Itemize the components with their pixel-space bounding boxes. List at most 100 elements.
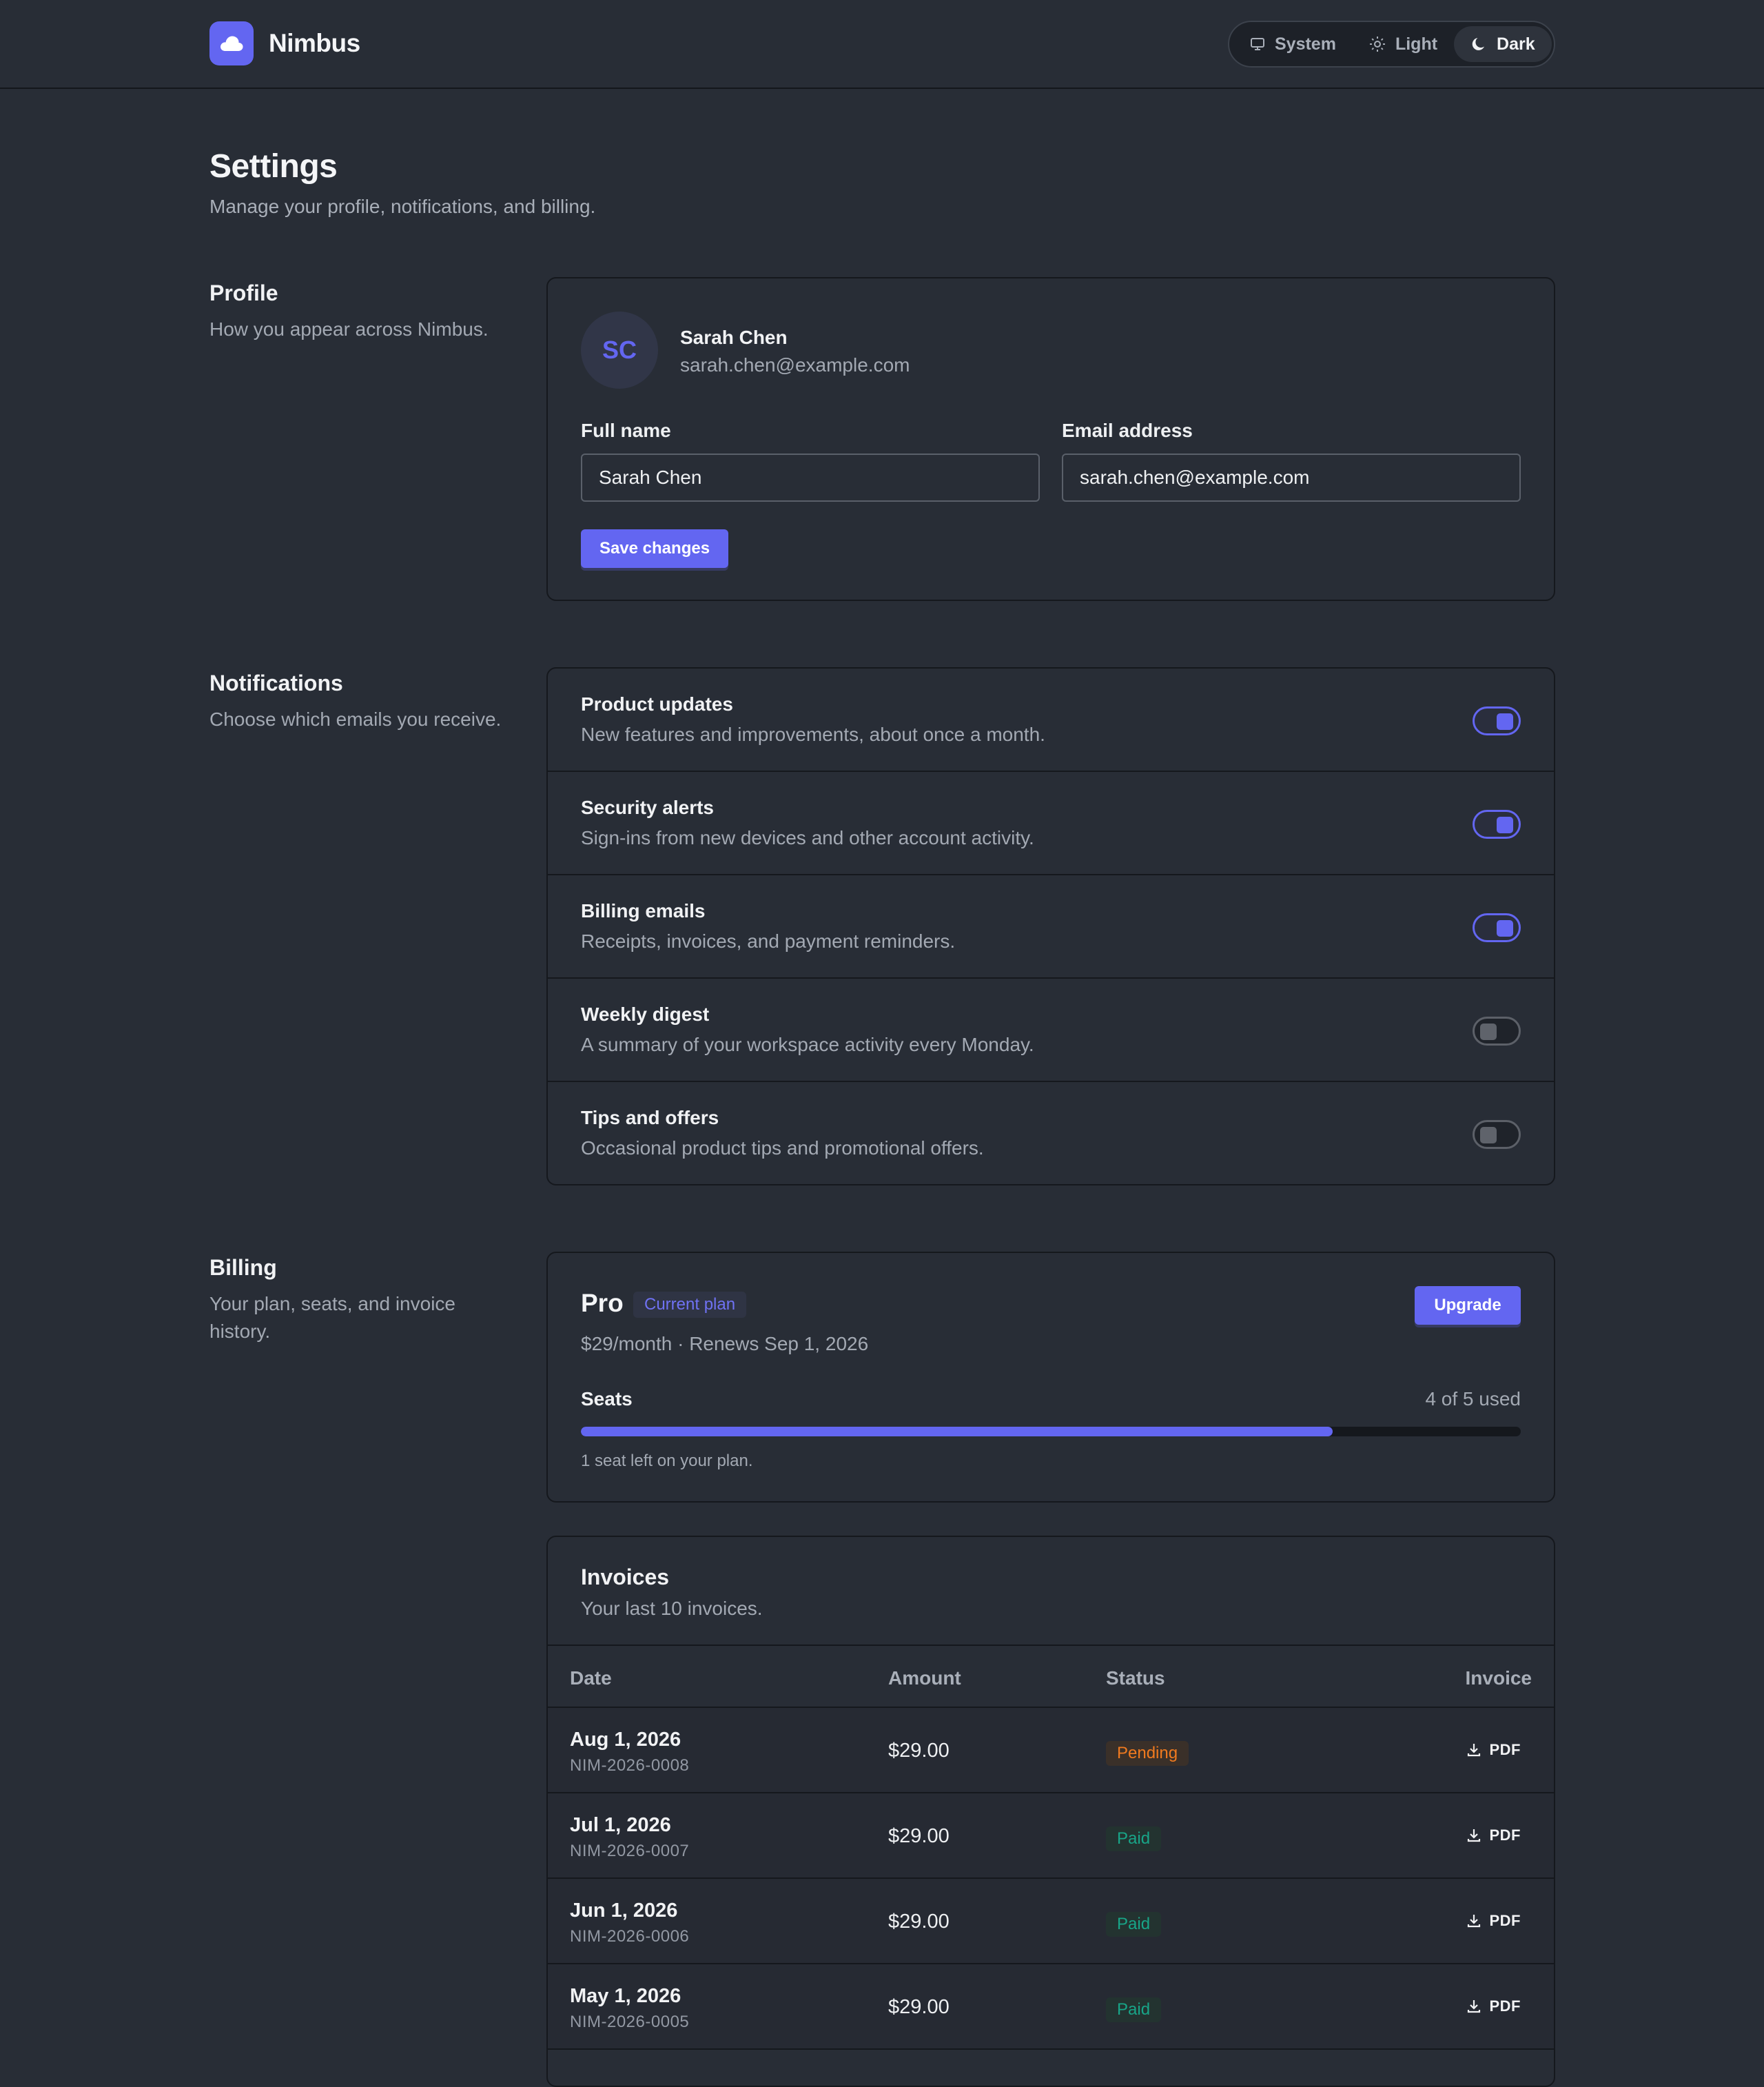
seats-label: Seats xyxy=(581,1388,633,1409)
plan-card: Pro Current plan $29/month · Renews Sep … xyxy=(546,1252,1555,1503)
pdf-label: PDF xyxy=(1489,1997,1521,2015)
column-header-amount[interactable]: Amount xyxy=(888,1667,961,1689)
notification-description: Sign-ins from new devices and other acco… xyxy=(581,827,1034,848)
notification-description: Occasional product tips and promotional … xyxy=(581,1137,984,1159)
theme-option-light[interactable]: Light xyxy=(1353,26,1454,62)
theme-option-label: System xyxy=(1275,34,1336,54)
download-icon xyxy=(1467,2000,1480,2013)
invoices-subtitle: Your last 10 invoices. xyxy=(581,1598,763,1619)
section-description: Choose which emails you receive. xyxy=(209,709,502,730)
table-row: Aug 1, 2026 NIM-2026-0008 $29.00 Pending… xyxy=(548,1708,1554,1793)
section-title: Billing xyxy=(209,1255,277,1280)
section-title: Notifications xyxy=(209,671,343,695)
top-bar: Nimbus System Light Dark xyxy=(0,0,1764,89)
toggle-knob xyxy=(1497,817,1513,833)
toggle-knob xyxy=(1497,920,1513,937)
seats-note: 1 seat left on your plan. xyxy=(581,1452,753,1470)
toggle-knob xyxy=(1497,713,1513,730)
pdf-label: PDF xyxy=(1489,1741,1521,1758)
column-header-invoice[interactable]: Invoice xyxy=(1466,1667,1532,1689)
theme-option-label: Light xyxy=(1395,34,1438,54)
theme-option-label: Dark xyxy=(1497,34,1535,54)
brand[interactable]: Nimbus xyxy=(209,21,360,65)
download-pdf-link[interactable]: PDF xyxy=(1466,1912,1521,1930)
moon-icon xyxy=(1472,38,1485,50)
download-icon xyxy=(1467,1915,1480,1928)
invoice-number: NIM-2026-0007 xyxy=(570,1842,690,1860)
monitor-icon xyxy=(1251,38,1264,50)
notification-description: A summary of your workspace activity eve… xyxy=(581,1034,1034,1055)
download-pdf-link[interactable]: PDF xyxy=(1466,1826,1521,1844)
notification-row-tips-and-offers: Tips and offers Occasional product tips … xyxy=(548,1082,1554,1185)
notification-description: New features and improvements, about onc… xyxy=(581,724,1045,745)
notification-title: Tips and offers xyxy=(581,1107,719,1128)
invoice-amount: $29.00 xyxy=(888,1740,950,1762)
notification-title: Product updates xyxy=(581,693,733,715)
upgrade-button[interactable]: Upgrade xyxy=(1415,1286,1521,1325)
invoice-number: NIM-2026-0008 xyxy=(570,1756,690,1775)
invoice-date: May 1, 2026 xyxy=(570,1985,681,2007)
status-badge: Paid xyxy=(1106,1997,1162,2022)
product-updates-toggle[interactable] xyxy=(1473,706,1521,735)
profile-section-header: Profile How you appear across Nimbus. xyxy=(209,281,513,343)
weekly-digest-toggle[interactable] xyxy=(1473,1017,1521,1046)
cloud-logo-icon xyxy=(209,21,254,65)
tips-and-offers-toggle[interactable] xyxy=(1473,1120,1521,1149)
notifications-section-header: Notifications Choose which emails you re… xyxy=(209,671,526,733)
theme-switcher: System Light Dark xyxy=(1228,21,1555,68)
notification-title: Billing emails xyxy=(581,900,706,922)
invoice-number: NIM-2026-0006 xyxy=(570,1927,690,1946)
table-row: May 1, 2026 NIM-2026-0005 $29.00 Paid PD… xyxy=(548,1964,1554,2050)
invoice-amount: $29.00 xyxy=(888,1825,950,1847)
invoices-card: Invoices Your last 10 invoices. Date Amo… xyxy=(546,1536,1555,2087)
plan-name: Pro xyxy=(581,1289,624,1317)
status-badge: Paid xyxy=(1106,1912,1162,1937)
notification-description: Receipts, invoices, and payment reminder… xyxy=(581,930,956,952)
full-name-label: Full name xyxy=(581,420,671,441)
seats-used: 4 of 5 used xyxy=(1425,1388,1521,1409)
plan-price: $29/month · Renews Sep 1, 2026 xyxy=(581,1333,869,1354)
billing-section-header: Billing Your plan, seats, and invoice hi… xyxy=(209,1255,499,1345)
full-name-field[interactable] xyxy=(581,454,1040,502)
seats-progress-bar xyxy=(581,1427,1521,1436)
toggle-knob xyxy=(1480,1127,1497,1143)
security-alerts-toggle[interactable] xyxy=(1473,810,1521,839)
theme-option-dark[interactable]: Dark xyxy=(1454,26,1552,62)
theme-option-system[interactable]: System xyxy=(1233,26,1353,62)
avatar[interactable]: SC xyxy=(581,312,658,389)
notification-row-product-updates: Product updates New features and improve… xyxy=(548,669,1554,772)
section-title: Profile xyxy=(209,281,278,305)
notification-title: Security alerts xyxy=(581,797,714,818)
save-changes-button[interactable]: Save changes xyxy=(581,529,728,568)
invoice-date: Jun 1, 2026 xyxy=(570,1900,678,1922)
invoice-amount: $29.00 xyxy=(888,1996,950,2018)
current-plan-badge: Current plan xyxy=(633,1292,747,1318)
status-badge: Pending xyxy=(1106,1741,1189,1766)
invoice-number: NIM-2026-0005 xyxy=(570,2013,690,2031)
download-icon xyxy=(1467,1829,1480,1842)
seats-progress-fill xyxy=(581,1427,1333,1436)
billing-emails-toggle[interactable] xyxy=(1473,913,1521,942)
invoice-amount: $29.00 xyxy=(888,1911,950,1933)
email-field[interactable] xyxy=(1062,454,1521,502)
notification-row-security-alerts: Security alerts Sign-ins from new device… xyxy=(548,772,1554,875)
download-icon xyxy=(1467,1744,1480,1757)
notifications-card: Product updates New features and improve… xyxy=(546,667,1555,1185)
table-row: Jun 1, 2026 NIM-2026-0006 $29.00 Paid PD… xyxy=(548,1879,1554,1964)
column-header-date[interactable]: Date xyxy=(570,1667,612,1689)
column-header-status[interactable]: Status xyxy=(1106,1667,1165,1689)
profile-card: SC Sarah Chen sarah.chen@example.com Ful… xyxy=(546,277,1555,601)
download-pdf-link[interactable]: PDF xyxy=(1466,1997,1521,2015)
pdf-label: PDF xyxy=(1489,1826,1521,1844)
section-description: How you appear across Nimbus. xyxy=(209,318,489,340)
invoices-title: Invoices xyxy=(581,1565,670,1589)
page-subtitle: Manage your profile, notifications, and … xyxy=(209,196,596,217)
download-pdf-link[interactable]: PDF xyxy=(1466,1741,1521,1759)
toggle-knob xyxy=(1480,1024,1497,1040)
table-row: Jul 1, 2026 NIM-2026-0007 $29.00 Paid PD… xyxy=(548,1793,1554,1879)
notification-row-weekly-digest: Weekly digest A summary of your workspac… xyxy=(548,979,1554,1082)
invoice-date: Jul 1, 2026 xyxy=(570,1814,671,1836)
app-name: Nimbus xyxy=(269,29,360,57)
profile-name: Sarah Chen xyxy=(680,327,788,348)
status-badge: Paid xyxy=(1106,1826,1162,1851)
